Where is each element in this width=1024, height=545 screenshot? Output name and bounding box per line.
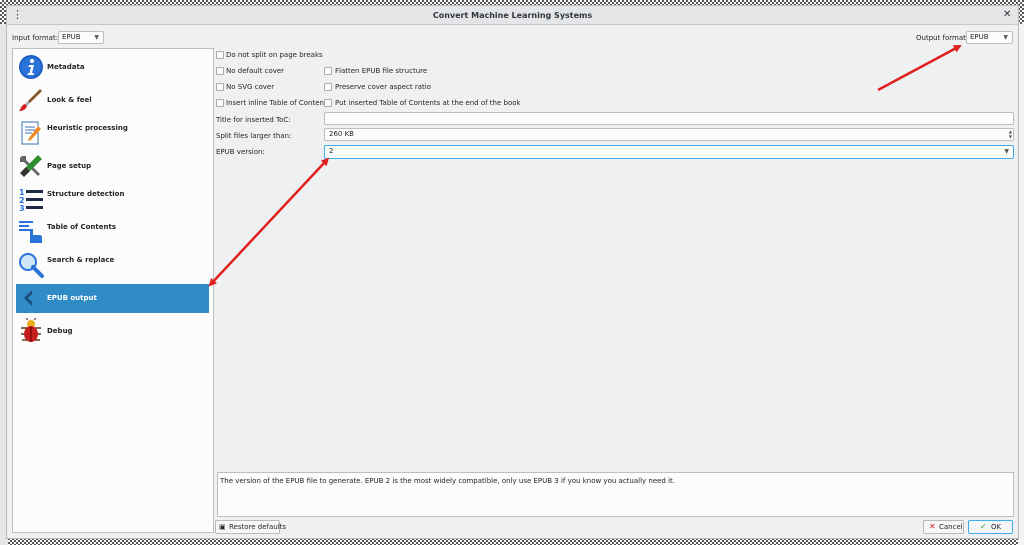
annotation-arrow-output-format	[877, 44, 962, 92]
annotation-arrow-epub-version	[208, 157, 330, 287]
annotation-overlay	[208, 44, 962, 287]
